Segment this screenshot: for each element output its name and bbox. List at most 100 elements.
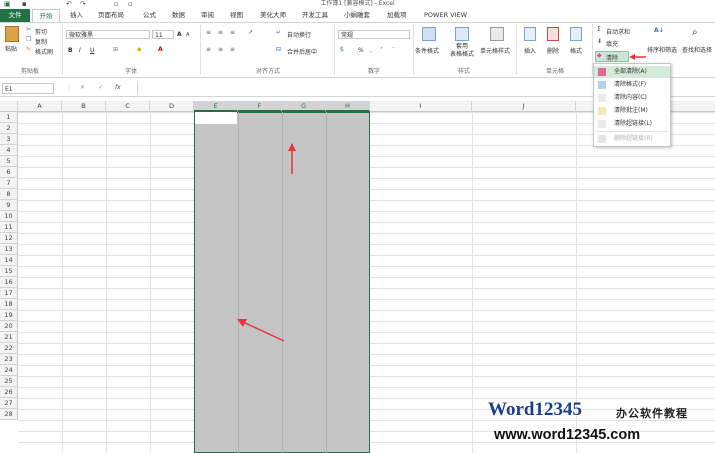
- row-header-4[interactable]: 4: [0, 145, 18, 156]
- comma-style-icon[interactable]: ,: [370, 47, 372, 54]
- font-name-combo[interactable]: 微软雅黑: [66, 30, 150, 39]
- italic-button[interactable]: I: [79, 47, 81, 54]
- copy-icon[interactable]: ❐: [26, 36, 31, 43]
- tab-view[interactable]: 视图: [230, 9, 243, 22]
- tab-xiaowo[interactable]: 小蜗雕套: [344, 9, 370, 22]
- tab-addins[interactable]: 加载项: [387, 9, 407, 22]
- column-header-d[interactable]: D: [150, 101, 194, 112]
- orientation-icon[interactable]: ↗: [248, 29, 253, 36]
- tab-power-view[interactable]: POWER VIEW: [424, 9, 467, 22]
- column-header-b[interactable]: B: [62, 101, 106, 112]
- row-header-12[interactable]: 12: [0, 233, 18, 244]
- fill-down-icon[interactable]: ⬇: [597, 38, 602, 45]
- row-header-18[interactable]: 18: [0, 299, 18, 310]
- autosum-icon[interactable]: Σ: [597, 26, 601, 33]
- tab-file[interactable]: 文件: [0, 9, 30, 22]
- format-as-table-button[interactable]: 套用 表格格式: [446, 43, 478, 59]
- menu-item-clear-hyperlinks[interactable]: 清除超链接(L): [594, 118, 670, 130]
- number-format-combo[interactable]: 常规: [338, 30, 410, 39]
- row-header-7[interactable]: 7: [0, 178, 18, 189]
- row-header-22[interactable]: 22: [0, 343, 18, 354]
- column-header-g[interactable]: G: [282, 101, 326, 112]
- cell-styles-icon[interactable]: [490, 27, 504, 41]
- enter-entry-icon[interactable]: ✓: [98, 84, 103, 91]
- align-center-icon[interactable]: ≡: [218, 46, 223, 53]
- cancel-entry-icon[interactable]: ✕: [80, 84, 85, 91]
- delete-cells-icon[interactable]: [547, 27, 559, 41]
- column-header-c[interactable]: C: [106, 101, 150, 112]
- font-size-combo[interactable]: 11: [152, 30, 174, 39]
- row-header-14[interactable]: 14: [0, 255, 18, 266]
- shrink-font-button[interactable]: A: [186, 32, 189, 38]
- insert-function-icon[interactable]: fx: [115, 84, 121, 91]
- column-header-f[interactable]: F: [238, 101, 282, 112]
- column-header-h[interactable]: H: [326, 101, 370, 112]
- row-header-24[interactable]: 24: [0, 365, 18, 376]
- row-header-26[interactable]: 26: [0, 387, 18, 398]
- cut-icon[interactable]: ✂: [26, 26, 31, 33]
- row-header-20[interactable]: 20: [0, 321, 18, 332]
- tab-formulas[interactable]: 公式: [143, 9, 156, 22]
- row-header-11[interactable]: 11: [0, 222, 18, 233]
- paste-button[interactable]: 粘贴: [5, 44, 17, 53]
- percent-button[interactable]: %: [358, 47, 364, 54]
- align-bottom-icon[interactable]: ≡: [230, 29, 235, 36]
- format-cells-button[interactable]: 格式: [570, 46, 582, 55]
- eraser-icon[interactable]: ◆: [597, 52, 602, 59]
- menu-item-clear-all[interactable]: 全部清除(A): [594, 66, 670, 78]
- tab-page-layout[interactable]: 页面布局: [98, 9, 124, 22]
- insert-cells-button[interactable]: 插入: [524, 46, 536, 55]
- row-header-6[interactable]: 6: [0, 167, 18, 178]
- copy-button[interactable]: 复制: [35, 37, 47, 46]
- format-painter-button[interactable]: 格式刷: [35, 47, 53, 56]
- active-cell-e1[interactable]: [195, 112, 237, 124]
- increase-decimal-icon[interactable]: ⁺: [380, 46, 383, 53]
- cut-button[interactable]: 剪切: [35, 27, 47, 36]
- row-header-1[interactable]: 1: [0, 112, 18, 123]
- format-cells-icon[interactable]: [570, 27, 582, 41]
- row-header-17[interactable]: 17: [0, 288, 18, 299]
- tab-home[interactable]: 开始: [32, 9, 60, 23]
- format-as-table-icon[interactable]: [455, 27, 469, 41]
- bold-button[interactable]: B: [68, 47, 73, 54]
- row-header-19[interactable]: 19: [0, 310, 18, 321]
- row-header-27[interactable]: 27: [0, 398, 18, 409]
- clear-button[interactable]: 清除: [606, 53, 618, 62]
- sort-filter-button[interactable]: 排序和筛选: [647, 45, 677, 54]
- font-color-icon[interactable]: A: [158, 46, 163, 53]
- row-header-21[interactable]: 21: [0, 332, 18, 343]
- row-header-23[interactable]: 23: [0, 354, 18, 365]
- align-right-icon[interactable]: ≡: [230, 46, 235, 53]
- row-header-25[interactable]: 25: [0, 376, 18, 387]
- align-top-icon[interactable]: ≡: [206, 29, 211, 36]
- delete-cells-button[interactable]: 删除: [547, 46, 559, 55]
- tab-beautify-master[interactable]: 美化大师: [260, 9, 286, 22]
- row-header-2[interactable]: 2: [0, 123, 18, 134]
- borders-icon[interactable]: ⊞: [113, 46, 118, 53]
- underline-button[interactable]: U: [90, 47, 94, 54]
- menu-item-clear-comments[interactable]: 清除批注(M): [594, 105, 670, 117]
- tab-review[interactable]: 审阅: [201, 9, 214, 22]
- align-left-icon[interactable]: ≡: [206, 46, 211, 53]
- tab-developer[interactable]: 开发工具: [302, 9, 328, 22]
- menu-item-clear-formats[interactable]: 清除格式(F): [594, 79, 670, 91]
- menu-item-clear-contents[interactable]: 清除内容(C): [594, 92, 670, 104]
- cell-styles-button[interactable]: 单元格样式: [480, 46, 510, 55]
- row-header-8[interactable]: 8: [0, 189, 18, 200]
- insert-cells-icon[interactable]: [524, 27, 536, 41]
- wrap-text-icon[interactable]: ↵: [276, 29, 281, 36]
- merge-center-icon[interactable]: ⊟: [276, 46, 281, 53]
- find-binoculars-icon[interactable]: ⌕: [692, 27, 698, 38]
- currency-icon[interactable]: $: [340, 46, 344, 53]
- fill-button[interactable]: 填充: [606, 39, 618, 48]
- row-header-3[interactable]: 3: [0, 134, 18, 145]
- wrap-text-button[interactable]: 自动换行: [287, 30, 311, 39]
- grow-font-button[interactable]: A: [177, 31, 182, 38]
- merge-center-button[interactable]: 合并后居中: [287, 47, 317, 56]
- select-all-corner[interactable]: [0, 101, 18, 112]
- format-painter-icon[interactable]: ✎: [26, 46, 31, 53]
- sort-filter-icon[interactable]: A↓: [654, 27, 664, 34]
- tab-data[interactable]: 数据: [172, 9, 185, 22]
- fill-color-icon[interactable]: ◆: [137, 46, 142, 53]
- paste-icon[interactable]: [5, 26, 19, 42]
